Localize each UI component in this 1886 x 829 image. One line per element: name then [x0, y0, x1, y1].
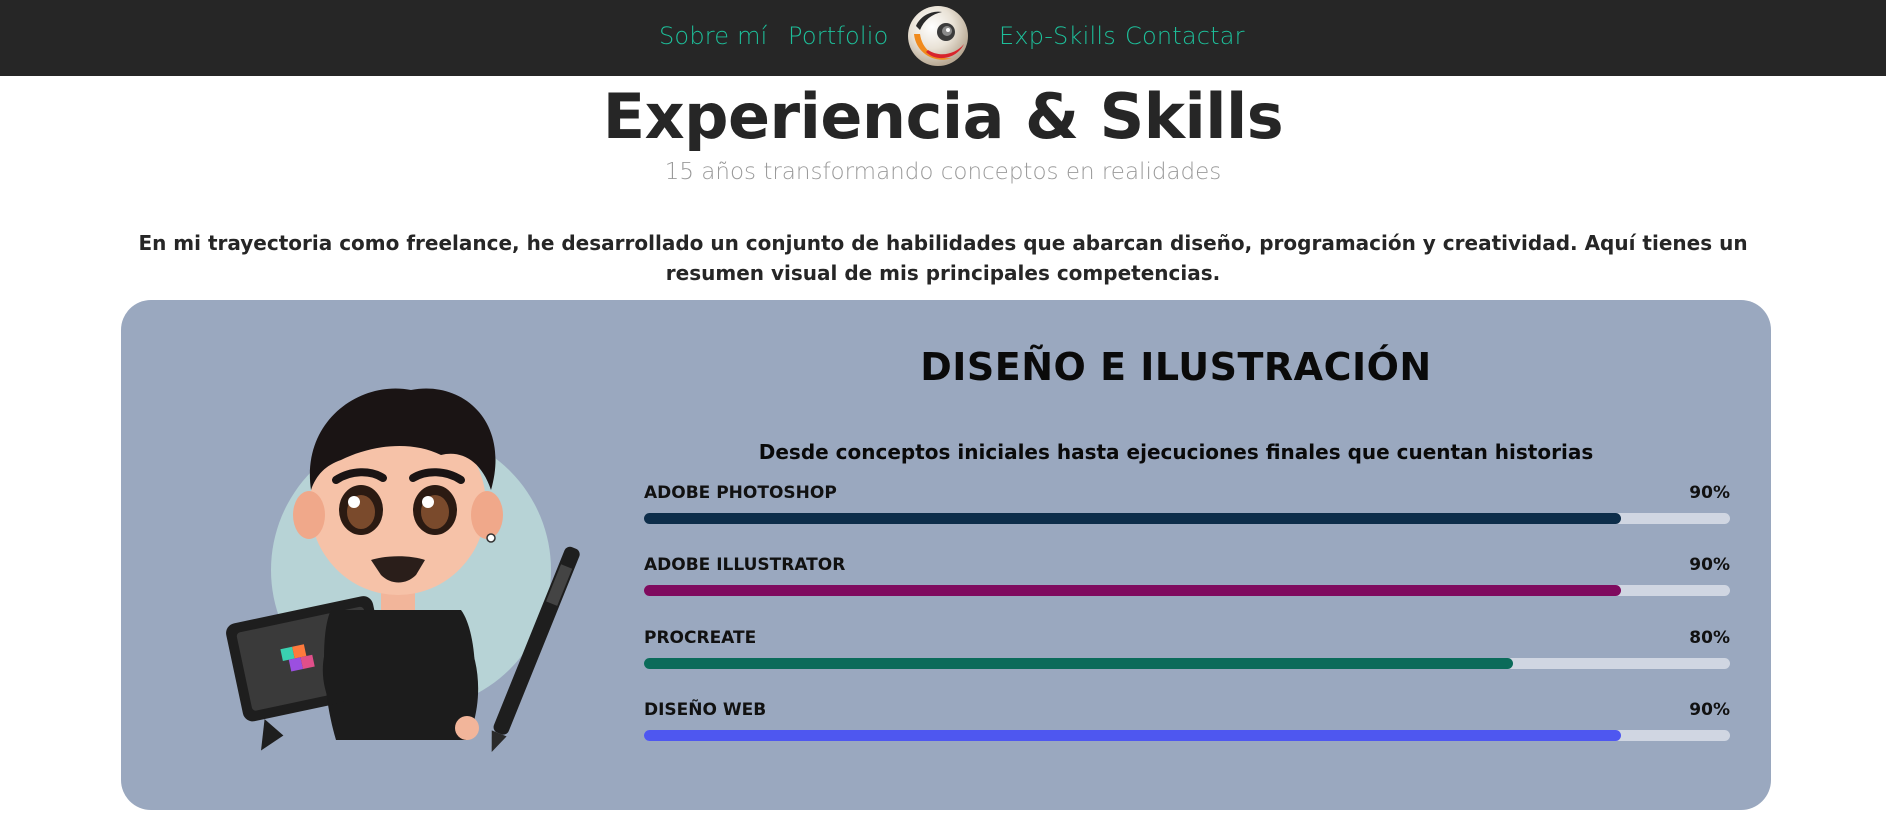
skill-percent: 80% [1689, 628, 1730, 648]
skill-name: DISEÑO WEB [644, 700, 767, 720]
skill-progress-fill [644, 658, 1513, 669]
skill-progress-fill [644, 513, 1622, 524]
page-subtitle: 15 años transformando conceptos en reali… [664, 159, 1222, 185]
skill-row-diseno-web: DISEÑO WEB 90% [644, 700, 1730, 750]
skill-name: ADOBE ILLUSTRATOR [644, 555, 846, 575]
cartoon-avatar-illustration [211, 360, 591, 760]
skill-progress-fill [644, 730, 1622, 741]
skill-name: PROCREATE [644, 628, 757, 648]
top-navbar: Sobre mí Portfolio Exp-Skills Contactar [0, 0, 1886, 76]
skill-progress-track [644, 585, 1730, 596]
skill-progress-track [644, 513, 1730, 524]
skill-progress-track [644, 730, 1730, 741]
skills-card-design: DISEÑO E ILUSTRACIÓN Desde conceptos ini… [121, 300, 1771, 810]
nav-link-exp-skills[interactable]: Exp-Skills [999, 22, 1116, 50]
card-title: DISEÑO E ILUSTRACIÓN [920, 345, 1432, 389]
skill-row-illustrator: ADOBE ILLUSTRATOR 90% [644, 555, 1730, 605]
nav-link-portfolio[interactable]: Portfolio [788, 22, 889, 50]
nav-link-contactar[interactable]: Contactar [1125, 22, 1245, 50]
brand-logo-icon[interactable] [906, 4, 970, 68]
skill-progress-fill [644, 585, 1622, 596]
page-title: Experiencia & Skills [602, 80, 1284, 153]
skill-percent: 90% [1689, 483, 1730, 503]
skill-row-photoshop: ADOBE PHOTOSHOP 90% [644, 483, 1730, 533]
skill-name: ADOBE PHOTOSHOP [644, 483, 837, 503]
skill-percent: 90% [1689, 700, 1730, 720]
skill-progress-track [644, 658, 1730, 669]
skill-percent: 90% [1689, 555, 1730, 575]
nav-link-sobre-mi[interactable]: Sobre mí [659, 22, 768, 50]
card-subtitle: Desde conceptos iniciales hasta ejecucio… [758, 440, 1594, 464]
intro-paragraph: En mi trayectoria como freelance, he des… [138, 231, 1748, 285]
skill-row-procreate: PROCREATE 80% [644, 628, 1730, 678]
